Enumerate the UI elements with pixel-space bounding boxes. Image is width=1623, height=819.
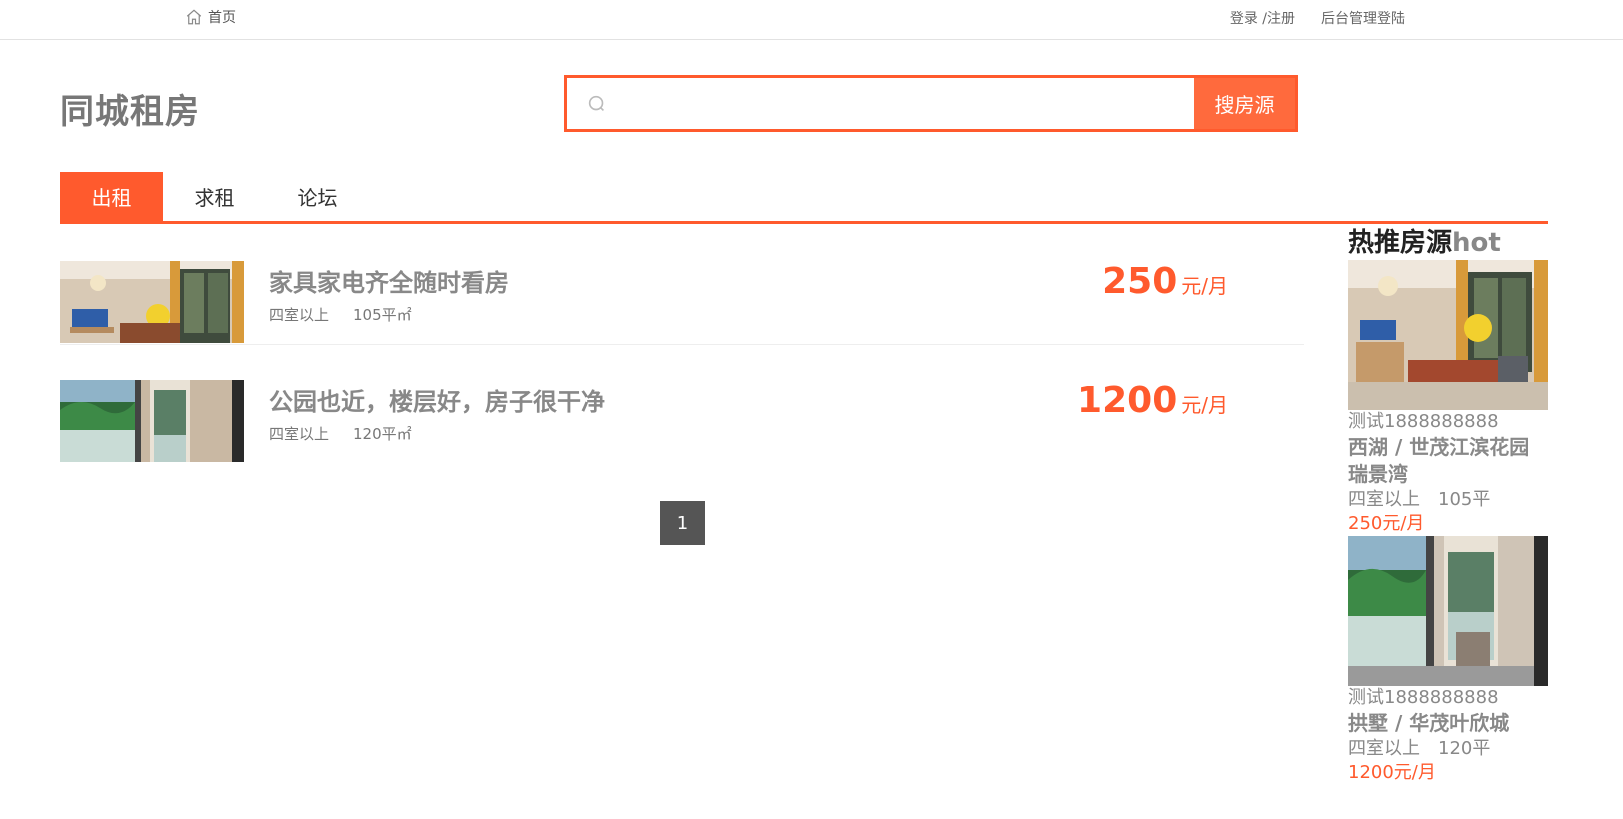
- home-label: 首页: [208, 10, 236, 26]
- hot-listing-name[interactable]: 西湖 / 世茂江滨花园瑞景湾: [1348, 434, 1548, 488]
- listing-area: 120平㎡: [353, 425, 412, 443]
- search-input[interactable]: [627, 78, 1194, 129]
- category-tabs: 出租 求租 论坛: [60, 172, 1548, 224]
- home-icon: [186, 9, 202, 25]
- sidebar-title: 热推房源hot: [1348, 226, 1548, 260]
- listing-item: 家具家电齐全随时看房 四室以上 105平㎡ 250 元/月: [60, 261, 1304, 345]
- search-icon: [567, 78, 627, 129]
- tab-forum[interactable]: 论坛: [266, 172, 369, 221]
- search-button[interactable]: 搜房源: [1194, 78, 1295, 129]
- listing-rooms: 四室以上: [269, 425, 330, 443]
- hot-listing-rooms: 四室以上: [1348, 489, 1420, 510]
- listing-image[interactable]: [60, 380, 244, 462]
- hot-listing-area: 105平: [1438, 489, 1491, 510]
- login-register-link[interactable]: 登录 /注册: [1230, 8, 1295, 28]
- hot-listing-contact: 测试1888888888: [1348, 687, 1499, 708]
- tab-rent-out[interactable]: 出租: [60, 172, 163, 221]
- hot-listing-card: 测试1888888888 拱墅 / 华茂叶欣城 四室以上 120平 1200元/…: [1348, 536, 1548, 785]
- site-logo[interactable]: 同城租房: [60, 84, 200, 133]
- hot-listing-area: 120平: [1438, 738, 1491, 759]
- listing-price: 250 元/月: [1102, 261, 1228, 302]
- listing-title[interactable]: 公园也近，楼层好，房子很干净: [269, 382, 605, 417]
- hot-listing-rooms: 四室以上: [1348, 738, 1420, 759]
- hot-listing-price: 250元/月: [1348, 513, 1425, 534]
- hot-listing-image[interactable]: [1348, 260, 1548, 410]
- listing-title[interactable]: 家具家电齐全随时看房: [269, 263, 509, 298]
- home-link[interactable]: 首页: [185, 7, 236, 27]
- top-bar: 首页 登录 /注册 后台管理登陆: [0, 0, 1623, 40]
- listing-rooms: 四室以上: [269, 306, 330, 324]
- listing-item: 公园也近，楼层好，房子很干净 四室以上 120平㎡ 1200 元/月: [60, 380, 1304, 462]
- price-unit: 元/月: [1181, 274, 1228, 298]
- sidebar-title-hot: hot: [1452, 228, 1501, 258]
- hot-listing-image[interactable]: [1348, 536, 1548, 686]
- hot-listings-sidebar: 热推房源hot 测试1888888888 西湖 / 世茂江滨花园瑞景湾 四室以上…: [1348, 226, 1548, 785]
- tab-seek-rent[interactable]: 求租: [163, 172, 266, 221]
- price-value: 1200: [1077, 380, 1178, 421]
- hot-listing-name[interactable]: 拱墅 / 华茂叶欣城: [1348, 710, 1548, 737]
- price-value: 250: [1102, 261, 1178, 302]
- listing-area: 105平㎡: [353, 306, 412, 324]
- hot-listing-contact: 测试1888888888: [1348, 411, 1499, 432]
- search-bar: 搜房源: [564, 75, 1298, 132]
- pagination-page-1[interactable]: 1: [660, 501, 705, 545]
- sidebar-title-main: 热推房源: [1348, 228, 1453, 258]
- price-unit: 元/月: [1181, 393, 1228, 417]
- hot-listing-price: 1200元/月: [1348, 762, 1436, 783]
- listing-meta: 四室以上 120平㎡: [269, 423, 412, 444]
- listing-image[interactable]: [60, 261, 244, 343]
- hot-listing-meta: 四室以上 105平: [1348, 488, 1548, 512]
- hot-listing-meta: 四室以上 120平: [1348, 737, 1548, 761]
- listing-price: 1200 元/月: [1077, 380, 1228, 421]
- admin-login-link[interactable]: 后台管理登陆: [1321, 8, 1405, 28]
- listing-meta: 四室以上 105平㎡: [269, 304, 412, 325]
- hot-listing-card: 测试1888888888 西湖 / 世茂江滨花园瑞景湾 四室以上 105平 25…: [1348, 260, 1548, 536]
